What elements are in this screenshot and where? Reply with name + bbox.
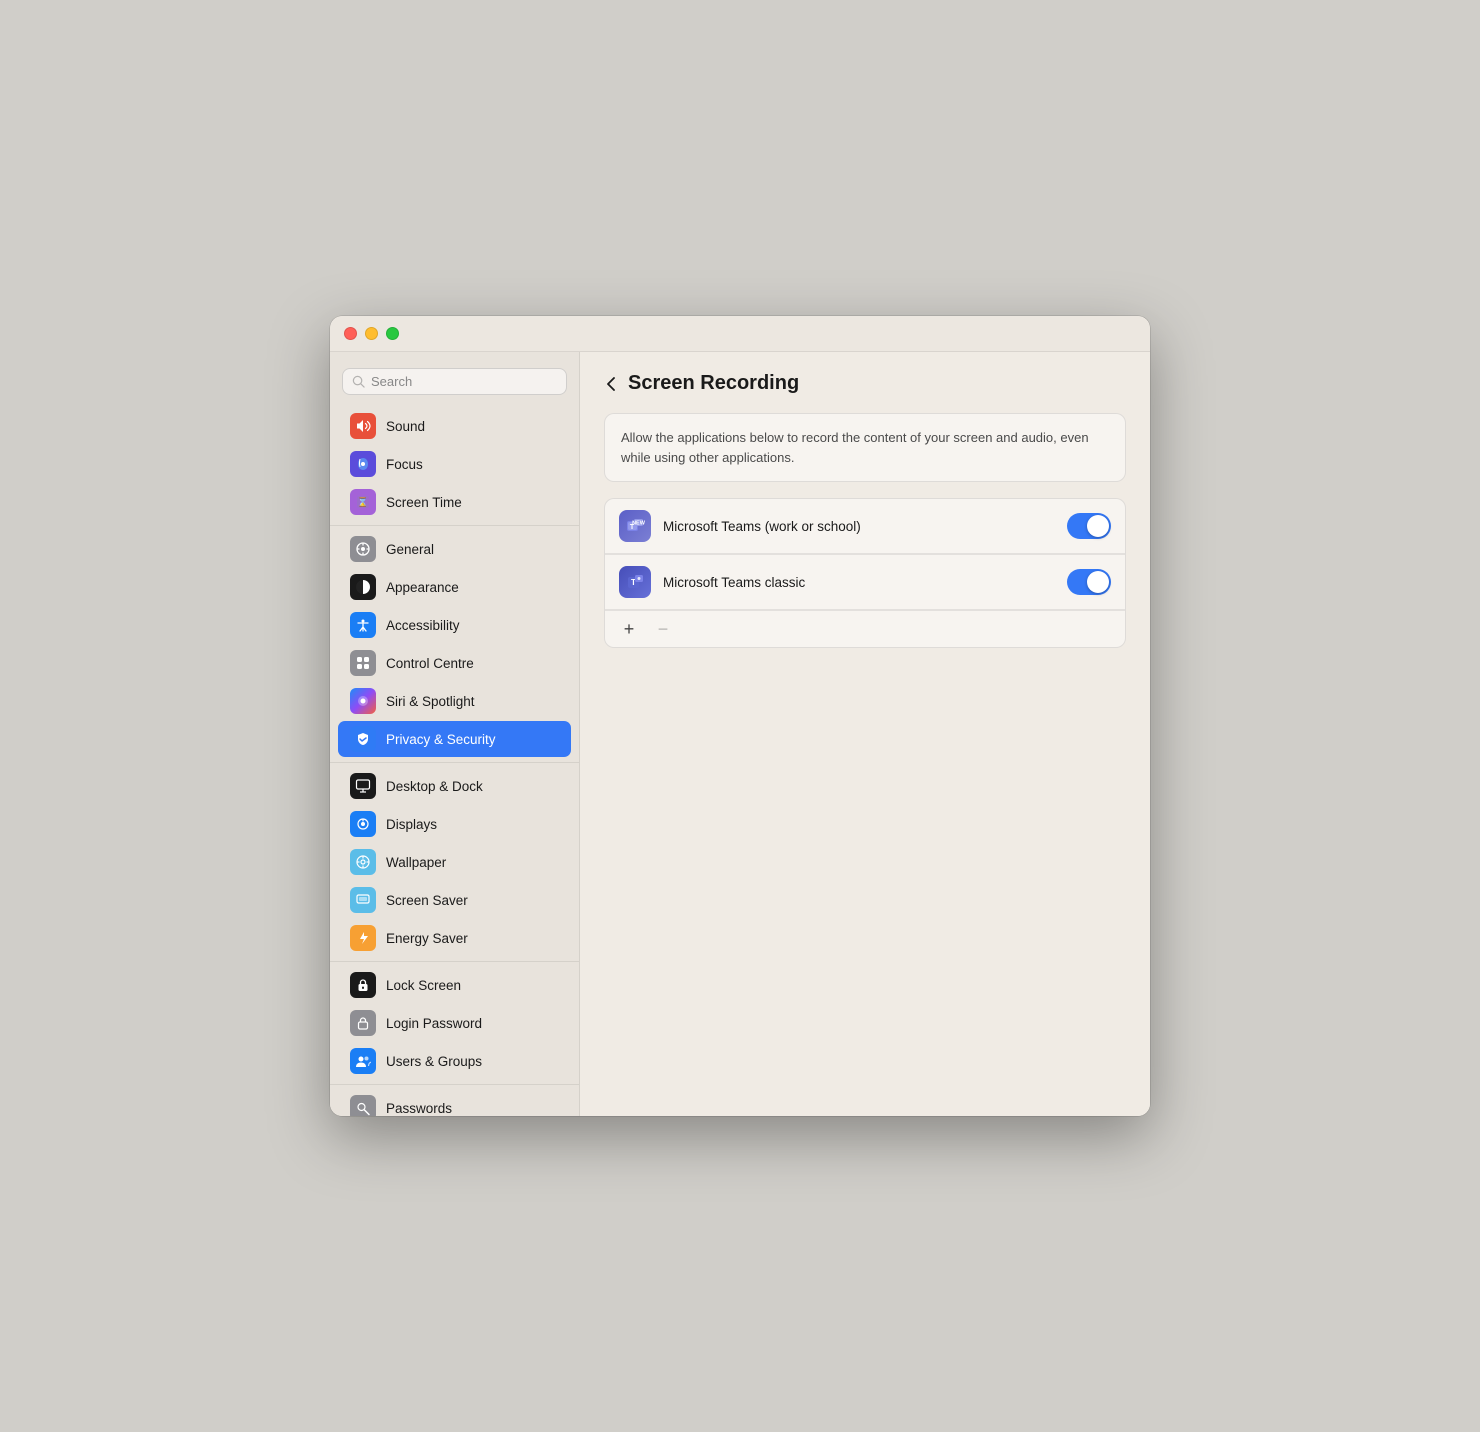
actions-row: + − [605,611,1125,647]
teams-classic-icon: T [619,566,651,598]
search-box[interactable]: Search [342,368,567,395]
passwords-icon [350,1095,376,1116]
desktop-icon [350,773,376,799]
sidebar-item-label-appearance: Appearance [386,580,459,595]
traffic-lights [344,327,399,340]
lockscreen-icon [350,972,376,998]
divider-3 [330,961,579,962]
sidebar-item-screensaver[interactable]: Screen Saver [338,882,571,918]
teams-classic-name: Microsoft Teams classic [663,575,1055,590]
divider-4 [330,1084,579,1085]
teams-new-icon: TNEW [619,510,651,542]
sidebar-item-label-displays: Displays [386,817,437,832]
page-header: Screen Recording [604,372,1126,395]
sidebar-item-passwords[interactable]: Passwords [338,1090,571,1116]
sidebar-item-lockscreen[interactable]: Lock Screen [338,967,571,1003]
content-area: Search Sound Focus [330,352,1150,1116]
sidebar-item-energysaver[interactable]: Energy Saver [338,920,571,956]
general-icon [350,536,376,562]
sidebar-item-usersgroups[interactable]: Users & Groups [338,1043,571,1079]
sidebar-item-label-lockscreen: Lock Screen [386,978,461,993]
sidebar-item-accessibility[interactable]: Accessibility [338,607,571,643]
wallpaper-icon [350,849,376,875]
controlcentre-icon [350,650,376,676]
sidebar-item-wallpaper[interactable]: Wallpaper [338,844,571,880]
accessibility-icon [350,612,376,638]
back-button[interactable] [604,374,618,394]
titlebar [330,316,1150,352]
search-icon [352,375,365,388]
info-text: Allow the applications below to record t… [621,428,1109,467]
sidebar-item-siri[interactable]: Siri & Spotlight [338,683,571,719]
main-content: Screen Recording Allow the applications … [580,352,1150,1116]
sidebar-item-label-general: General [386,542,434,557]
sidebar-item-label-focus: Focus [386,457,423,472]
screensaver-icon [350,887,376,913]
sound-icon [350,413,376,439]
sidebar-item-label-usersgroups: Users & Groups [386,1054,482,1069]
sidebar-item-label-energysaver: Energy Saver [386,931,468,946]
sidebar-item-label-controlcentre: Control Centre [386,656,474,671]
sidebar-item-desktop[interactable]: Desktop & Dock [338,768,571,804]
sidebar-item-privacy[interactable]: Privacy & Security [338,721,571,757]
svg-text:NEW: NEW [632,521,645,527]
siri-icon [350,688,376,714]
teams-classic-toggle[interactable] [1067,569,1111,595]
info-box: Allow the applications below to record t… [604,413,1126,482]
focus-icon [350,451,376,477]
sidebar-wrapper: Search Sound Focus [330,352,580,1116]
sidebar-item-loginpassword[interactable]: Login Password [338,1005,571,1041]
sidebar-item-label-desktop: Desktop & Dock [386,779,483,794]
search-placeholder: Search [371,374,412,389]
app-row-teams-new: TNEW Microsoft Teams (work or school) [605,499,1125,554]
search-container: Search [330,364,579,407]
minimize-button[interactable] [365,327,378,340]
sidebar-item-sound[interactable]: Sound [338,408,571,444]
sidebar-item-label-wallpaper: Wallpaper [386,855,446,870]
remove-app-button[interactable]: − [653,619,673,639]
displays-icon [350,811,376,837]
sidebar-item-label-privacy: Privacy & Security [386,732,496,747]
sidebar-item-label-siri: Siri & Spotlight [386,694,475,709]
sidebar: Search Sound Focus [330,352,580,1116]
usersgroups-icon [350,1048,376,1074]
sidebar-item-label-sound: Sound [386,419,425,434]
appearance-icon [350,574,376,600]
add-app-button[interactable]: + [619,619,639,639]
energysaver-icon [350,925,376,951]
sidebar-item-controlcentre[interactable]: Control Centre [338,645,571,681]
screentime-icon: ⌛ [350,489,376,515]
app-row-teams-classic: T Microsoft Teams classic [605,555,1125,610]
teams-new-name: Microsoft Teams (work or school) [663,519,1055,534]
sidebar-item-displays[interactable]: Displays [338,806,571,842]
sidebar-item-appearance[interactable]: Appearance [338,569,571,605]
sidebar-item-label-loginpassword: Login Password [386,1016,482,1031]
svg-text:⌛: ⌛ [357,496,368,507]
sidebar-item-general[interactable]: General [338,531,571,567]
sidebar-item-label-passwords: Passwords [386,1101,452,1116]
close-button[interactable] [344,327,357,340]
divider-2 [330,762,579,763]
sidebar-item-label-screensaver: Screen Saver [386,893,468,908]
teams-new-toggle[interactable] [1067,513,1111,539]
maximize-button[interactable] [386,327,399,340]
sidebar-item-screentime[interactable]: ⌛ Screen Time [338,484,571,520]
apps-list: TNEW Microsoft Teams (work or school) T … [604,498,1126,648]
sidebar-item-label-accessibility: Accessibility [386,618,460,633]
sidebar-item-focus[interactable]: Focus [338,446,571,482]
privacy-icon [350,726,376,752]
divider-1 [330,525,579,526]
page-title: Screen Recording [628,372,799,395]
loginpassword-icon [350,1010,376,1036]
sidebar-item-label-screentime: Screen Time [386,495,462,510]
system-settings-window: Search Sound Focus [330,316,1150,1116]
